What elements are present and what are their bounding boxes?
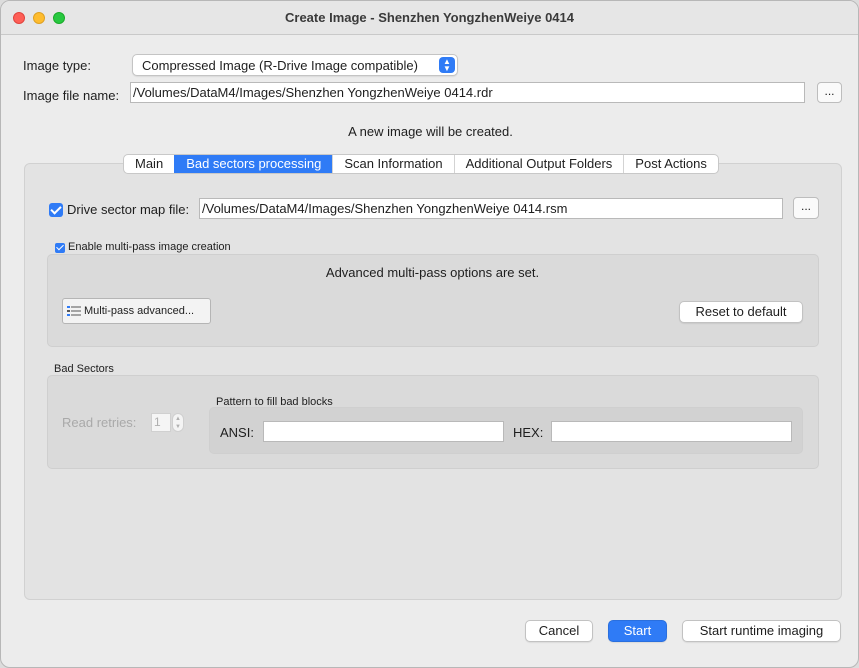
- image-type-value: Compressed Image (R-Drive Image compatib…: [142, 58, 418, 73]
- tab-additional-output-folders[interactable]: Additional Output Folders: [453, 155, 624, 173]
- drive-map-checkbox[interactable]: [49, 203, 63, 217]
- start-runtime-imaging-button[interactable]: Start runtime imaging: [682, 620, 841, 642]
- tab-post-actions[interactable]: Post Actions: [623, 155, 718, 173]
- drive-map-value: /Volumes/DataM4/Images/Shenzhen Yongzhen…: [202, 201, 568, 216]
- image-file-input[interactable]: /Volumes/DataM4/Images/Shenzhen Yongzhen…: [130, 82, 805, 103]
- multipass-message: Advanced multi-pass options are set.: [325, 265, 540, 280]
- reset-to-default-button[interactable]: Reset to default: [679, 301, 803, 323]
- multipass-label: Enable multi-pass image creation: [68, 241, 231, 253]
- create-image-window: Create Image - Shenzhen YongzhenWeiye 04…: [0, 0, 859, 668]
- bad-sectors-heading: Bad Sectors: [54, 363, 114, 375]
- window-title: Create Image - Shenzhen YongzhenWeiye 04…: [285, 10, 574, 25]
- tab-main[interactable]: Main: [124, 155, 174, 173]
- status-message: A new image will be created.: [348, 124, 513, 139]
- read-retries-label: Read retries:: [62, 415, 137, 430]
- ansi-input[interactable]: [263, 421, 504, 442]
- multipass-advanced-button[interactable]: Multi-pass advanced...: [62, 298, 211, 324]
- ansi-label: ANSI:: [220, 425, 254, 440]
- image-type-select[interactable]: Compressed Image (R-Drive Image compatib…: [132, 54, 458, 76]
- image-file-value: /Volumes/DataM4/Images/Shenzhen Yongzhen…: [133, 85, 493, 100]
- title-bar: Create Image - Shenzhen YongzhenWeiye 04…: [1, 1, 858, 35]
- multipass-checkbox[interactable]: [55, 243, 65, 253]
- tab-scan-information[interactable]: Scan Information: [332, 155, 453, 173]
- hex-label: HEX:: [513, 425, 544, 440]
- read-retries-value: 1: [151, 413, 171, 432]
- tab-bad-sectors-processing[interactable]: Bad sectors processing: [174, 155, 333, 173]
- multipass-advanced-label: Multi-pass advanced...: [84, 305, 195, 317]
- start-button[interactable]: Start: [608, 620, 667, 642]
- settings-sliders-icon: [67, 306, 81, 316]
- stepper-arrows-icon[interactable]: ▲ ▼: [172, 413, 184, 432]
- select-chevron-icon: ▲ ▼: [439, 57, 455, 73]
- cancel-button[interactable]: Cancel: [525, 620, 593, 642]
- drive-map-browse-button[interactable]: ...: [793, 197, 819, 219]
- hex-input[interactable]: [551, 421, 792, 442]
- image-type-label: Image type:: [23, 58, 91, 73]
- read-retries-stepper[interactable]: 1 ▲ ▼: [151, 413, 184, 432]
- tab-bar: Main Bad sectors processing Scan Informa…: [123, 154, 719, 174]
- image-file-browse-button[interactable]: ...: [817, 82, 842, 103]
- drive-map-label: Drive sector map file:: [67, 202, 190, 217]
- image-file-label: Image file name:: [23, 88, 120, 103]
- drive-map-input[interactable]: /Volumes/DataM4/Images/Shenzhen Yongzhen…: [199, 198, 783, 219]
